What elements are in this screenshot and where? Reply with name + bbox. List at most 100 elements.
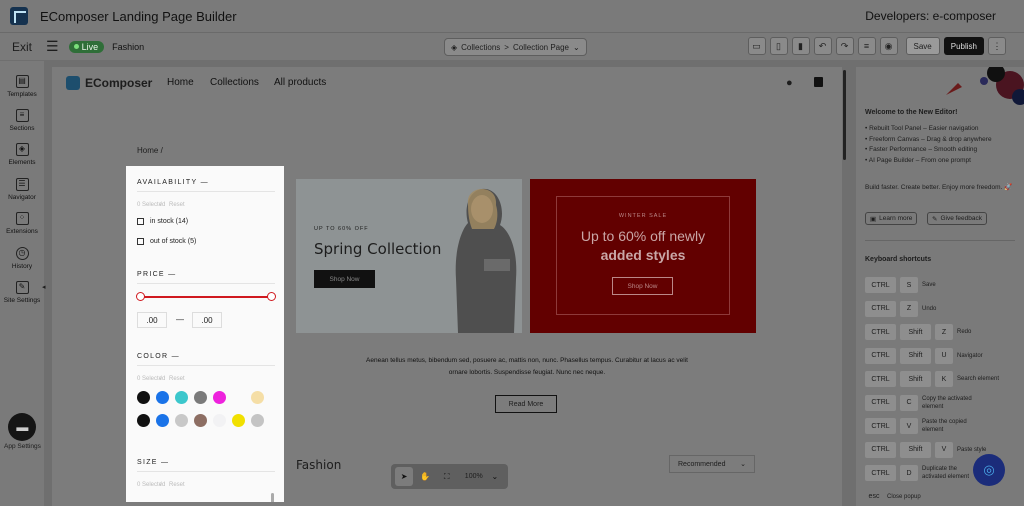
shortcut-key: Shift [900, 324, 931, 340]
app-settings[interactable]: ▬ App Settings [4, 413, 41, 450]
shop-now-button[interactable]: Shop Now [314, 270, 375, 288]
color-swatch[interactable] [175, 414, 188, 427]
welcome-title: Welcome to the New Editor! [865, 109, 958, 116]
shop-now-button[interactable]: Shop Now [612, 277, 673, 295]
color-title[interactable]: COLOR — [137, 353, 180, 360]
redo-icon[interactable]: ↷ [835, 37, 854, 55]
shortcut-action: Undo [922, 305, 937, 312]
nav-home[interactable]: Home [167, 77, 194, 88]
divider [865, 240, 1015, 241]
right-panel: Welcome to the New Editor! Rebuilt Tool … [856, 67, 1024, 506]
live-dot-icon [73, 44, 79, 49]
color-swatch[interactable] [232, 414, 245, 427]
shortcut-row: CTRL S Save [865, 277, 977, 293]
price-min-input[interactable]: .00 [137, 312, 167, 328]
store-brand-name: EComposer [85, 76, 153, 90]
color-swatch[interactable] [156, 391, 169, 404]
give-feedback-button[interactable]: ✎ Give feedback [927, 212, 988, 225]
app-title: EComposer Landing Page Builder [40, 8, 237, 24]
color-swatch[interactable] [156, 414, 169, 427]
size-title[interactable]: SIZE — [137, 459, 169, 466]
checkbox-icon [137, 218, 144, 225]
chevron-down-icon[interactable]: ⌄ [486, 467, 504, 486]
save-button[interactable]: Save [905, 37, 940, 55]
sort-select[interactable]: Recommended ⌄ [669, 455, 755, 473]
sidebar-item-history[interactable]: ◷ History [0, 247, 44, 270]
user-icon[interactable]: ● [786, 77, 793, 89]
undo-icon[interactable]: ↶ [813, 37, 832, 55]
color-swatch[interactable] [194, 414, 207, 427]
color-swatch[interactable] [251, 414, 264, 427]
read-more-button[interactable]: Read More [495, 395, 557, 413]
sidebar-item-sections[interactable]: ≡ Sections [0, 109, 44, 132]
out-of-stock-checkbox[interactable]: out of stock (5) [137, 238, 196, 245]
color-swatch[interactable] [137, 414, 150, 427]
in-stock-checkbox[interactable]: in stock (14) [137, 218, 188, 225]
sidebar-item-site-settings[interactable]: ✎ Site Settings [0, 281, 44, 304]
color-reset[interactable]: Reset [169, 376, 185, 382]
color-swatch[interactable] [213, 414, 226, 427]
size-reset[interactable]: Reset [169, 482, 185, 488]
tablet-view-icon[interactable]: ▯ [769, 37, 788, 55]
availability-title[interactable]: AVAILABILITY — [137, 179, 209, 186]
color-swatch[interactable] [137, 391, 150, 404]
preview-eye-icon[interactable]: ◉ [879, 37, 898, 55]
price-min-handle[interactable] [136, 292, 145, 301]
fit-screen-icon[interactable]: ⛶ [438, 467, 456, 486]
color-swatch[interactable] [175, 391, 188, 404]
developers-label: Developers: e-composer [865, 9, 996, 23]
learn-more-button[interactable]: ▣ Learn more [865, 212, 918, 225]
mobile-view-icon[interactable]: ▮ [791, 37, 810, 55]
sidebar-item-templates[interactable]: ▤ Templates [0, 75, 44, 98]
collapse-chevron-icon[interactable]: ◂ [42, 283, 50, 297]
shortcut-action: Paste the copied element [922, 419, 967, 433]
shortcut-action: Duplicate the activated element [922, 466, 970, 480]
settings-sliders-icon[interactable]: ≡ [857, 37, 876, 55]
breadcrumb[interactable]: Home / [137, 146, 163, 155]
shortcut-action: Navigator [957, 352, 983, 359]
spring-collection-banner: UP TO 60% OFF Spring Collection Shop Now [296, 179, 522, 333]
color-swatch[interactable] [232, 391, 245, 404]
page-selector[interactable]: ◈ Collections > Collection Page ⌄ [444, 38, 587, 56]
desktop-view-icon[interactable]: ▭ [747, 37, 766, 55]
publish-button[interactable]: Publish [943, 37, 984, 55]
select-cursor-icon[interactable]: ➤ [395, 467, 414, 486]
nav-all-products[interactable]: All products [274, 77, 326, 88]
color-swatch[interactable] [194, 391, 207, 404]
sidebar-item-extensions[interactable]: ⁘ Extensions [0, 212, 44, 235]
support-chat-icon[interactable]: ◎ [973, 454, 1005, 486]
book-icon: ▣ [870, 215, 877, 223]
nav-collections[interactable]: Collections [210, 77, 259, 88]
price-max-handle[interactable] [267, 292, 276, 301]
filter-slash: / [160, 202, 162, 208]
shortcut-key: Shift [900, 347, 931, 364]
store-brand[interactable]: EComposer [66, 76, 152, 90]
shortcut-action: Copy the activated element [922, 395, 972, 410]
hand-pan-icon[interactable]: ✋ [416, 467, 434, 486]
price-range-track[interactable] [140, 296, 271, 298]
cart-bag-icon[interactable] [814, 77, 823, 87]
editor-toolbar: Exit ☰ Live Fashion ◈ Collections > Coll… [0, 32, 1024, 60]
feature-item: Faster Performance – Smooth editing [865, 145, 1015, 156]
price-max-input[interactable]: .00 [192, 312, 222, 328]
extensions-icon: ⁘ [15, 212, 29, 225]
filter-scrollbar[interactable] [271, 493, 274, 502]
give-feedback-label: Give feedback [940, 215, 983, 222]
menu-icon[interactable]: ☰ [46, 38, 59, 55]
filter-slash: / [160, 482, 162, 488]
sidebar-item-label: Navigator [8, 194, 36, 201]
sidebar-item-navigator[interactable]: ☰ Navigator [0, 178, 44, 201]
color-swatch[interactable] [251, 391, 264, 404]
live-label: Live [81, 41, 99, 52]
availability-reset[interactable]: Reset [169, 202, 185, 208]
price-title[interactable]: PRICE — [137, 271, 176, 278]
price-dash: — [176, 315, 184, 324]
zoom-level[interactable]: 100% [465, 473, 483, 480]
exit-button[interactable]: Exit [12, 40, 32, 54]
canvas-scrollbar[interactable] [843, 70, 846, 160]
color-swatch[interactable] [213, 391, 226, 404]
more-options-icon[interactable]: ⋮ [988, 37, 1006, 55]
collection-heading: Fashion [296, 458, 342, 472]
checkbox-icon [137, 238, 144, 245]
sidebar-item-elements[interactable]: ◈ Elements [0, 143, 44, 166]
